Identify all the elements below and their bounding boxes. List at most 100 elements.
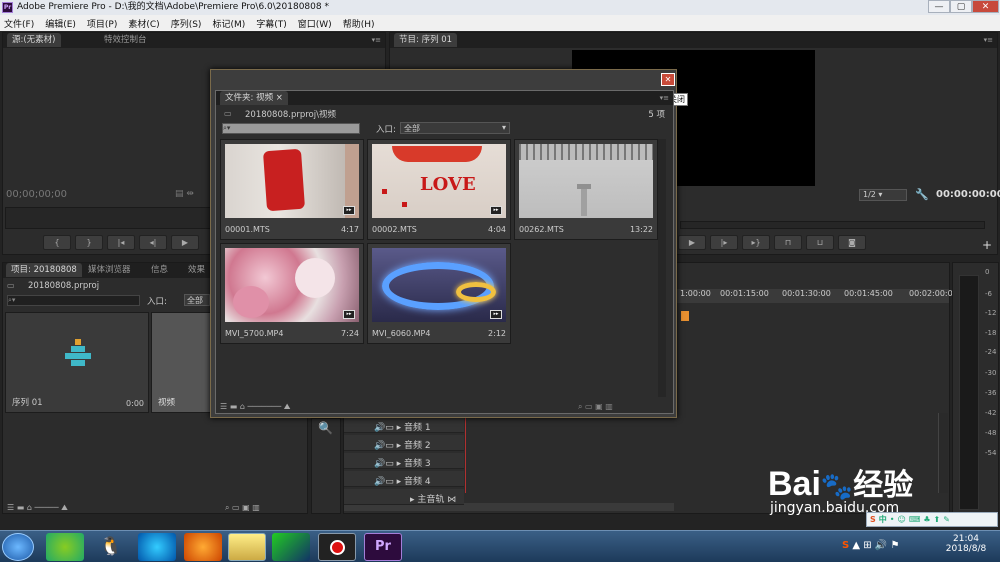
audio-track-2[interactable]: 🔊▭ ▸ 音频 2 bbox=[344, 435, 464, 451]
menu-clip[interactable]: 素材(C) bbox=[128, 17, 159, 30]
tools-icon[interactable]: ✎ bbox=[943, 515, 950, 524]
go-to-out-icon[interactable]: ▸} bbox=[742, 235, 770, 250]
zoom-select[interactable]: 1/2 ▾ bbox=[859, 189, 907, 201]
find-icon[interactable]: ⌕ bbox=[225, 503, 229, 512]
list-view-icon[interactable]: ☰ bbox=[7, 503, 14, 512]
skin-icon[interactable]: ♣ bbox=[923, 515, 930, 524]
safe-margins-icon[interactable]: ▤ ⇹ bbox=[175, 189, 194, 199]
mark-in-icon[interactable]: { bbox=[43, 235, 71, 250]
bin-actions: ⌕ ▭ ▣ ▥ bbox=[578, 402, 613, 412]
zoom-tool-icon[interactable]: 🔍 bbox=[318, 421, 333, 435]
find-icon[interactable]: ⌕ bbox=[578, 402, 582, 411]
menu-edit[interactable]: 编辑(E) bbox=[45, 17, 76, 30]
step-back-icon[interactable]: ◂| bbox=[139, 235, 167, 250]
menu-title[interactable]: 字幕(T) bbox=[256, 17, 287, 30]
video-badge-icon: ▸▸ bbox=[343, 206, 355, 215]
emoji-icon[interactable]: ☺ bbox=[897, 515, 905, 524]
sogou-tray-icon[interactable]: S bbox=[842, 540, 849, 551]
volume-icon[interactable]: 🔊 bbox=[875, 540, 887, 551]
play-icon[interactable]: ▶ bbox=[678, 235, 706, 250]
bin-close-button[interactable]: ✕ bbox=[661, 73, 675, 86]
video-player-icon[interactable] bbox=[138, 533, 176, 561]
chinese-mode-icon[interactable]: 中 bbox=[879, 514, 887, 525]
close-window-button[interactable]: ✕ bbox=[972, 0, 999, 13]
tab-effect-controls[interactable]: 特效控制台 bbox=[99, 33, 152, 47]
program-scrubber[interactable] bbox=[680, 221, 985, 229]
media-app-icon[interactable] bbox=[272, 533, 310, 561]
mark-out-icon[interactable]: } bbox=[75, 235, 103, 250]
keyboard-icon[interactable]: ⌨ bbox=[909, 515, 921, 524]
tab-program[interactable]: 节目: 序列 01 bbox=[394, 33, 458, 47]
new-bin-icon[interactable]: ▭ bbox=[232, 503, 240, 512]
menu-sequence[interactable]: 序列(S) bbox=[171, 17, 202, 30]
video-folder-item[interactable]: 视频 bbox=[151, 312, 211, 413]
menu-project[interactable]: 项目(P) bbox=[87, 17, 117, 30]
qq-icon[interactable]: 🐧 bbox=[92, 533, 130, 561]
clip-thumbnail[interactable]: ▸▸ MVI_5700.MP4 7:24 bbox=[220, 243, 364, 344]
bin-scrollbar[interactable] bbox=[658, 139, 666, 397]
go-to-in-icon[interactable]: |◂ bbox=[107, 235, 135, 250]
play-icon[interactable]: ▶ bbox=[171, 235, 199, 250]
in-select[interactable]: 全部 bbox=[184, 294, 210, 306]
clip-thumbnail[interactable]: ▸▸ 00001.MTS 4:17 bbox=[220, 139, 364, 240]
punctuation-icon[interactable]: • bbox=[890, 515, 895, 524]
time-ruler[interactable]: 1:00:00 00:01:15:00 00:01:30:00 00:01:45… bbox=[674, 289, 958, 303]
list-view-icon[interactable]: ☰ bbox=[220, 402, 227, 411]
menu-help[interactable]: 帮助(H) bbox=[343, 17, 375, 30]
tray-clock[interactable]: 21:04 2018/8/8 bbox=[944, 534, 988, 554]
bin-in-select[interactable]: 全部 ▾ bbox=[400, 122, 510, 134]
sogou-icon[interactable]: S bbox=[870, 515, 876, 524]
panel-menu-icon[interactable]: ▾≡ bbox=[372, 36, 381, 44]
playhead-marker[interactable] bbox=[681, 311, 689, 321]
clip-preview-image bbox=[519, 144, 653, 218]
lift-icon[interactable]: ⊓ bbox=[774, 235, 802, 250]
clip-thumbnail[interactable]: LOVE ▸▸ 00002.MTS 4:04 bbox=[367, 139, 511, 240]
step-forward-icon[interactable]: |▸ bbox=[710, 235, 738, 250]
start-button[interactable] bbox=[2, 533, 34, 561]
new-item-icon[interactable]: ▣ bbox=[242, 503, 250, 512]
premiere-taskbar-icon[interactable]: Pr bbox=[364, 533, 402, 561]
tab-effects[interactable]: 效果 bbox=[183, 263, 210, 277]
tab-media-browser[interactable]: 媒体浏览器 bbox=[83, 263, 136, 277]
recorder-icon[interactable] bbox=[318, 533, 356, 561]
task-app-green-icon[interactable] bbox=[46, 533, 84, 561]
delete-icon[interactable]: ▥ bbox=[252, 503, 260, 512]
tab-info[interactable]: 信息 bbox=[146, 263, 173, 277]
vertical-scrollbar[interactable] bbox=[938, 413, 948, 493]
audio-track-3[interactable]: 🔊▭ ▸ 音频 3 bbox=[344, 453, 464, 469]
upload-icon[interactable]: ⬆ bbox=[934, 515, 941, 524]
master-track[interactable]: ▸ 主音轨 ⋈ bbox=[344, 489, 464, 505]
panel-menu-icon[interactable]: ▾≡ bbox=[660, 94, 669, 102]
new-item-icon[interactable]: ▣ bbox=[595, 402, 603, 411]
icon-view-icon[interactable]: ▬ bbox=[17, 503, 25, 512]
icon-view-icon[interactable]: ▬ bbox=[230, 402, 238, 411]
firefox-icon[interactable] bbox=[184, 533, 222, 561]
clip-thumbnail[interactable]: ▸▸ MVI_6060.MP4 2:12 bbox=[367, 243, 511, 344]
tab-project[interactable]: 项目: 20180808 bbox=[6, 263, 82, 277]
audio-track-1[interactable]: 🔊▭ ▸ 音频 1 bbox=[344, 417, 464, 433]
export-frame-icon[interactable]: ◙ bbox=[838, 235, 866, 250]
bin-search-input[interactable]: ⌕▾ bbox=[222, 123, 360, 134]
flag-icon[interactable]: ⚑ bbox=[890, 540, 899, 551]
menu-file[interactable]: 文件(F) bbox=[4, 17, 34, 30]
clip-thumbnail[interactable]: 00262.MTS 13:22 bbox=[514, 139, 658, 240]
add-button-icon[interactable]: + bbox=[982, 238, 992, 252]
delete-icon[interactable]: ▥ bbox=[605, 402, 613, 411]
minimize-button[interactable]: — bbox=[928, 0, 950, 13]
menu-marker[interactable]: 标记(M) bbox=[212, 17, 245, 30]
project-search-input[interactable]: ⌕▾ bbox=[7, 295, 140, 306]
taskbar: 🐧 Pr S ▲ ⊞ 🔊 ⚑ 21:04 2018/8/8 bbox=[0, 530, 1000, 562]
audio-track-4[interactable]: 🔊▭ ▸ 音频 4 bbox=[344, 471, 464, 487]
wrench-icon[interactable]: 🔧 bbox=[915, 188, 929, 201]
menu-window[interactable]: 窗口(W) bbox=[298, 17, 332, 30]
sequence-item[interactable]: 序列 01 0:00 bbox=[5, 312, 149, 413]
panel-menu-icon[interactable]: ▾≡ bbox=[984, 36, 993, 44]
maximize-button[interactable]: ▢ bbox=[950, 0, 972, 13]
extract-icon[interactable]: ⊔ bbox=[806, 235, 834, 250]
network-icon[interactable]: ⊞ bbox=[863, 540, 871, 551]
tab-source[interactable]: 源:(无素材) bbox=[7, 33, 61, 47]
new-bin-icon[interactable]: ▭ bbox=[585, 402, 593, 411]
meter-bars bbox=[959, 275, 979, 510]
file-explorer-icon[interactable] bbox=[228, 533, 266, 561]
tab-bin-folder[interactable]: 文件夹: 视频 × bbox=[220, 91, 288, 105]
